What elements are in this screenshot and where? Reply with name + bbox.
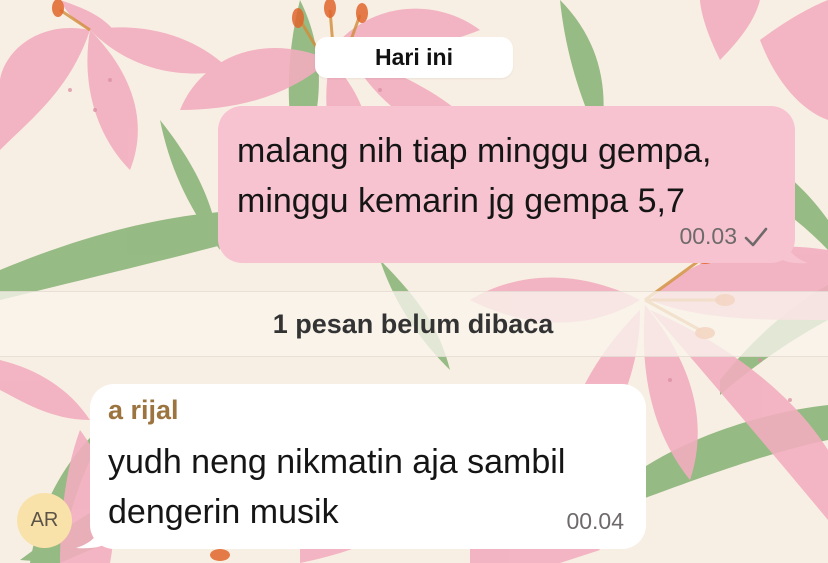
avatar[interactable]: AR (17, 493, 72, 548)
chat-screen: Hari ini malang nih tiap minggu gempa, m… (0, 0, 828, 563)
incoming-message-time: 00.04 (566, 508, 624, 534)
unread-messages-divider: 1 pesan belum dibaca (0, 291, 828, 357)
outgoing-message-time: 00.03 (679, 223, 737, 249)
incoming-message-text: yudh neng nikmatin aja sambil dengerin m… (108, 443, 566, 531)
unread-messages-label: 1 pesan belum dibaca (272, 308, 554, 339)
outgoing-message-bubble[interactable]: malang nih tiap minggu gempa, minggu kem… (218, 106, 795, 263)
incoming-message-bubble[interactable]: a rijal yudh neng nikmatin aja sambil de… (90, 384, 646, 549)
outgoing-message-text: malang nih tiap minggu gempa, minggu kem… (237, 132, 712, 220)
sender-name[interactable]: a rijal (108, 395, 179, 426)
outgoing-message-meta: 00.03 (679, 223, 769, 250)
single-check-icon (744, 227, 768, 246)
date-separator: Hari ini (315, 37, 513, 78)
